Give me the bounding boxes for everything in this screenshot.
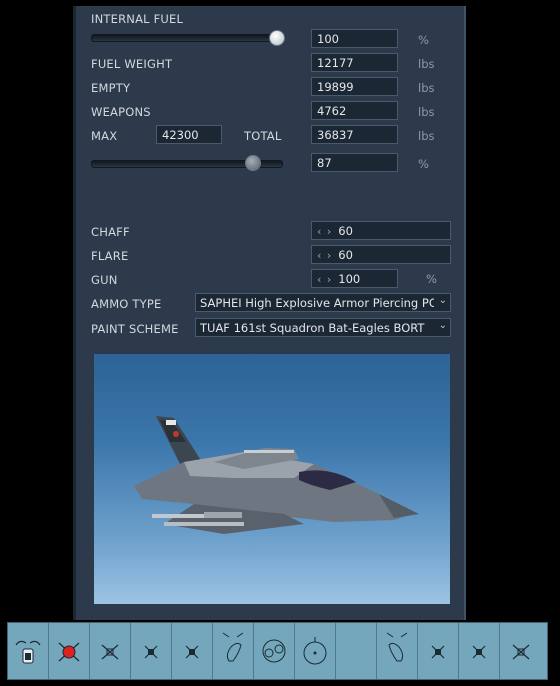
- total-weight-field: 36837: [311, 125, 398, 144]
- flare-stepper-arrows-icon[interactable]: ‹ ›: [317, 249, 332, 262]
- pylon-toolbar: [7, 622, 548, 680]
- weapons-weight-field: 4762: [311, 101, 398, 120]
- empty-weight-unit: lbs: [418, 81, 435, 95]
- flare-label: FLARE: [91, 249, 129, 263]
- ammo-type-select[interactable]: SAPHEI High Explosive Armor Piercing PC …: [195, 293, 451, 312]
- weapon-remove-icon: [58, 642, 80, 662]
- weapons-weight-unit: lbs: [418, 105, 435, 119]
- toolbar-button-pylon-4[interactable]: [131, 623, 172, 679]
- load-percent-field: 87: [311, 153, 398, 172]
- internal-fuel-slider-track[interactable]: [91, 34, 283, 42]
- pylon-icon: [431, 645, 445, 659]
- fuel-weight-field: 12177: [311, 53, 398, 72]
- toolbar-button-tank-left[interactable]: [213, 623, 254, 679]
- chevron-down-icon: ⌄: [438, 295, 447, 306]
- toolbar-button-pylon-11[interactable]: [418, 623, 459, 679]
- pylon-icon: [101, 644, 119, 660]
- ammo-type-value: SAPHEI High Explosive Armor Piercing PC: [200, 296, 434, 310]
- chaff-label: CHAFF: [91, 225, 130, 239]
- toolbar-button-tank-right[interactable]: [377, 623, 418, 679]
- toolbar-button-pods[interactable]: [254, 623, 295, 679]
- pod-pair-icon: [262, 639, 286, 663]
- load-slider-knob[interactable]: [245, 155, 262, 171]
- ammo-type-label: AMMO TYPE: [91, 297, 162, 311]
- toolbar-button-pylon-3[interactable]: [90, 623, 131, 679]
- toolbar-button-pylon-12[interactable]: [459, 623, 500, 679]
- internal-fuel-slider-knob[interactable]: [269, 30, 285, 46]
- empty-weight-label: EMPTY: [91, 81, 131, 95]
- fuel-weight-label: FUEL WEIGHT: [91, 57, 173, 71]
- internal-fuel-label: INTERNAL FUEL: [91, 12, 184, 26]
- toolbar-button-aircraft[interactable]: [8, 623, 49, 679]
- center-store-icon: [303, 637, 327, 665]
- paint-scheme-value: TUAF 161st Squadron Bat-Eagles BORT: [200, 321, 425, 335]
- toolbar-button-center[interactable]: [295, 623, 336, 679]
- aircraft-nose-icon: [15, 640, 41, 664]
- gun-unit: %: [426, 272, 437, 286]
- empty-weight-field: 19899: [311, 77, 398, 96]
- weapons-weight-label: WEAPONS: [91, 105, 151, 119]
- max-weight-label: MAX: [91, 129, 118, 143]
- total-weight-label: TOTAL: [244, 129, 282, 143]
- fuel-tank-icon: [386, 632, 408, 662]
- gun-stepper[interactable]: ‹ › 100: [311, 269, 398, 288]
- loadout-panel: INTERNAL FUEL 100 % FUEL WEIGHT 12177 lb…: [73, 6, 466, 620]
- chaff-stepper[interactable]: ‹ › 60: [311, 221, 451, 240]
- aircraft-preview-image: [94, 354, 450, 604]
- total-weight-unit: lbs: [418, 129, 435, 143]
- chaff-value: 60: [338, 224, 353, 238]
- paint-scheme-select[interactable]: TUAF 161st Squadron Bat-Eagles BORT ⌄: [195, 318, 451, 337]
- pylon-icon: [185, 645, 199, 659]
- fuel-tank-icon: [222, 632, 244, 662]
- paint-scheme-label: PAINT SCHEME: [91, 322, 179, 336]
- toolbar-button-empty[interactable]: [336, 623, 377, 679]
- internal-fuel-unit: %: [418, 33, 429, 47]
- pylon-icon: [512, 644, 529, 660]
- flare-stepper[interactable]: ‹ › 60: [311, 245, 451, 264]
- toolbar-button-remove[interactable]: [49, 623, 90, 679]
- load-percent-unit: %: [418, 157, 429, 171]
- aircraft-livery-illustration: [134, 416, 419, 534]
- toolbar-button-pylon-5[interactable]: [172, 623, 213, 679]
- gun-label: GUN: [91, 273, 118, 287]
- gun-stepper-arrows-icon[interactable]: ‹ ›: [317, 273, 332, 286]
- pylon-icon: [472, 645, 486, 659]
- toolbar-button-pylon-13[interactable]: [500, 623, 541, 679]
- max-weight-field: 42300: [156, 125, 222, 144]
- pylon-icon: [144, 645, 158, 659]
- flare-value: 60: [338, 248, 353, 262]
- fuel-weight-unit: lbs: [418, 57, 435, 71]
- chevron-down-icon: ⌄: [438, 320, 447, 331]
- internal-fuel-input[interactable]: 100: [311, 29, 398, 48]
- gun-value: 100: [338, 272, 361, 286]
- chaff-stepper-arrows-icon[interactable]: ‹ ›: [317, 225, 332, 238]
